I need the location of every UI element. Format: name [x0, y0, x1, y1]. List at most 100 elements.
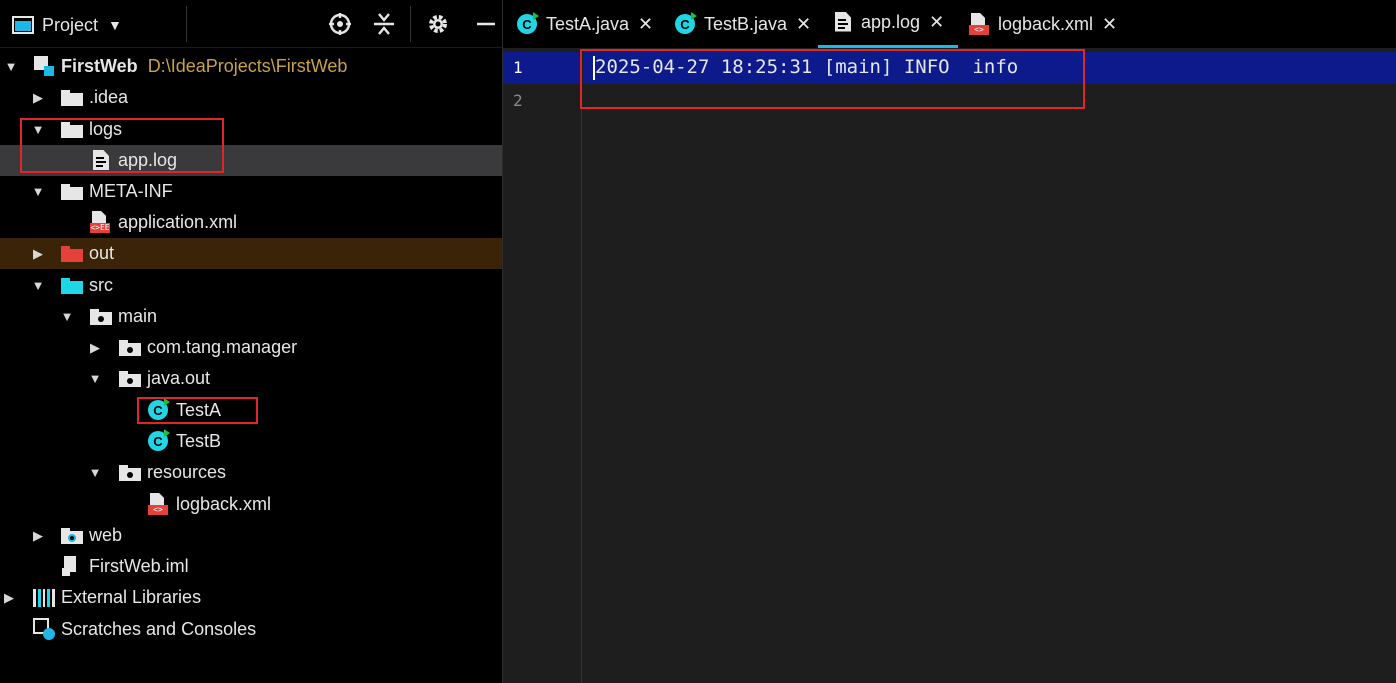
scratches-icon: [33, 618, 55, 640]
tree-item-logback-xml[interactable]: <> logback.xml: [0, 489, 502, 520]
expand-arrow-icon[interactable]: ▼: [88, 371, 102, 386]
text-file-icon: [93, 150, 109, 170]
iml-file-icon: [62, 556, 82, 576]
tab-label: TestA.java: [546, 13, 630, 34]
tab-label: app.log: [861, 12, 921, 32]
java-class-icon: C: [517, 12, 539, 34]
tree-item-label: application.xml: [118, 212, 238, 232]
expand-arrow-icon[interactable]: ▼: [31, 184, 45, 199]
tree-item-idea[interactable]: ▶ .idea: [0, 82, 502, 113]
collapse-all-icon[interactable]: [372, 12, 396, 36]
tree-item-src[interactable]: ▼ src: [0, 270, 502, 301]
package-folder-icon: [119, 340, 141, 356]
expand-arrow-icon[interactable]: ▼: [88, 465, 102, 480]
source-folder-icon: [61, 278, 83, 294]
collapsed-arrow-icon[interactable]: ▶: [31, 90, 45, 105]
tree-item-java-out[interactable]: ▼ java.out: [0, 363, 502, 394]
tab-logback-xml[interactable]: <> logback.xml ✕: [969, 0, 1117, 48]
project-panel-header: Project ▼: [0, 0, 502, 48]
module-icon: [34, 56, 54, 76]
expand-arrow-icon[interactable]: ▼: [31, 122, 45, 137]
java-class-icon: C: [675, 12, 697, 34]
tree-item-label: logback.xml: [176, 494, 272, 514]
tree-item-label: java.out: [147, 368, 211, 388]
close-icon[interactable]: ✕: [638, 14, 653, 35]
resources-folder-icon: [119, 465, 141, 481]
tree-item-web[interactable]: ▶ web: [0, 520, 502, 551]
tree-item-logs[interactable]: ▼ logs: [0, 114, 502, 145]
tree-item-testa[interactable]: C TestA: [0, 395, 502, 426]
tree-item-label: main: [118, 306, 158, 326]
java-class-icon: C: [148, 429, 170, 451]
tab-app-log[interactable]: app.log ✕: [818, 0, 959, 48]
tree-item-label: out: [89, 243, 115, 263]
tab-testb-java[interactable]: C TestB.java ✕: [675, 0, 811, 48]
collapsed-arrow-icon[interactable]: ▶: [2, 590, 16, 605]
close-icon[interactable]: ✕: [929, 12, 944, 33]
tree-item-testb[interactable]: C TestB: [0, 426, 502, 457]
tree-item-label: TestB: [176, 431, 222, 451]
tab-testa-java[interactable]: C TestA.java ✕: [517, 0, 653, 48]
collapsed-arrow-icon[interactable]: ▶: [31, 528, 45, 543]
tree-item-com-tang-manager[interactable]: ▶ com.tang.manager: [0, 332, 502, 363]
locate-file-icon[interactable]: [328, 12, 352, 36]
tree-item-main[interactable]: ▼ main: [0, 301, 502, 332]
tree-item-out[interactable]: ▶ out: [0, 238, 502, 269]
tree-item-firstweb[interactable]: ▼ FirstWeb D:\IdeaProjects\FirstWeb: [0, 51, 502, 82]
expand-arrow-icon[interactable]: ▼: [31, 278, 45, 293]
folder-icon: [61, 122, 83, 138]
project-view-selector[interactable]: Project ▼: [12, 14, 122, 36]
tree-item-label: FirstWeb: [61, 56, 138, 76]
tree-item-firstweb-iml[interactable]: FirstWeb.iml: [0, 551, 502, 582]
header-divider: [410, 6, 411, 42]
project-panel-title: Project: [42, 14, 99, 35]
line-number-gutter: 1 2: [503, 49, 582, 683]
tree-item-meta-inf[interactable]: ▼ META-INF: [0, 176, 502, 207]
java-class-icon: C: [148, 398, 170, 420]
project-tool-window: Project ▼ ▼ FirstWeb D:\IdeaProjects\Firs…: [0, 0, 502, 683]
tree-item-resources[interactable]: ▼ resources: [0, 457, 502, 488]
excluded-folder-icon: [61, 246, 83, 262]
tree-item-label: com.tang.manager: [147, 337, 298, 357]
close-icon[interactable]: ✕: [1102, 14, 1117, 35]
tree-item-label: FirstWeb.iml: [89, 556, 189, 576]
xml-file-icon: <>: [148, 493, 168, 515]
code-editor[interactable]: 2025-04-27 18:25:31 [main] INFO info: [583, 49, 1396, 683]
line-number: 2: [513, 91, 523, 110]
folder-icon: [61, 90, 83, 106]
module-path: D:\IdeaProjects\FirstWeb: [147, 56, 348, 76]
project-window-icon: [12, 16, 34, 34]
collapsed-arrow-icon[interactable]: ▶: [31, 246, 45, 261]
code-line[interactable]: 2025-04-27 18:25:31 [main] INFO info: [595, 56, 1018, 78]
chevron-down-icon: ▼: [108, 17, 122, 33]
expand-arrow-icon[interactable]: ▼: [4, 59, 18, 74]
gear-icon[interactable]: [426, 12, 450, 36]
tab-label: logback.xml: [998, 13, 1094, 34]
libraries-icon: [33, 587, 55, 607]
close-icon[interactable]: ✕: [796, 14, 811, 35]
tree-item-external-libraries[interactable]: ▶ External Libraries: [0, 582, 502, 613]
tree-item-label: META-INF: [89, 181, 173, 201]
xml-file-icon: <>EE: [90, 211, 110, 233]
header-divider: [186, 6, 187, 42]
tree-item-app-log[interactable]: app.log: [0, 145, 502, 176]
line-number: 1: [513, 58, 523, 77]
web-folder-icon: [61, 528, 83, 544]
expand-arrow-icon[interactable]: ▼: [60, 309, 74, 324]
collapsed-arrow-icon[interactable]: ▶: [88, 340, 102, 355]
tree-item-label: logs: [89, 119, 123, 139]
tree-item-label: TestA: [176, 400, 222, 420]
tree-item-label: .idea: [89, 87, 129, 107]
text-file-icon: [835, 11, 851, 32]
tree-item-application-xml[interactable]: <>EE application.xml: [0, 207, 502, 238]
tree-item-label: web: [89, 525, 123, 545]
hide-panel-icon[interactable]: [474, 12, 498, 36]
tree-item-scratches-and-consoles[interactable]: Scratches and Consoles: [0, 614, 502, 645]
tree-item-label: app.log: [118, 150, 178, 170]
xml-file-icon: <>: [969, 13, 989, 35]
editor-tab-bar: C TestA.java ✕ C TestB.java ✕ app.log ✕ …: [503, 0, 1396, 48]
package-folder-icon: [90, 309, 112, 325]
tab-label: TestB.java: [704, 13, 788, 34]
editor-area: C TestA.java ✕ C TestB.java ✕ app.log ✕ …: [502, 0, 1396, 683]
folder-icon: [61, 184, 83, 200]
